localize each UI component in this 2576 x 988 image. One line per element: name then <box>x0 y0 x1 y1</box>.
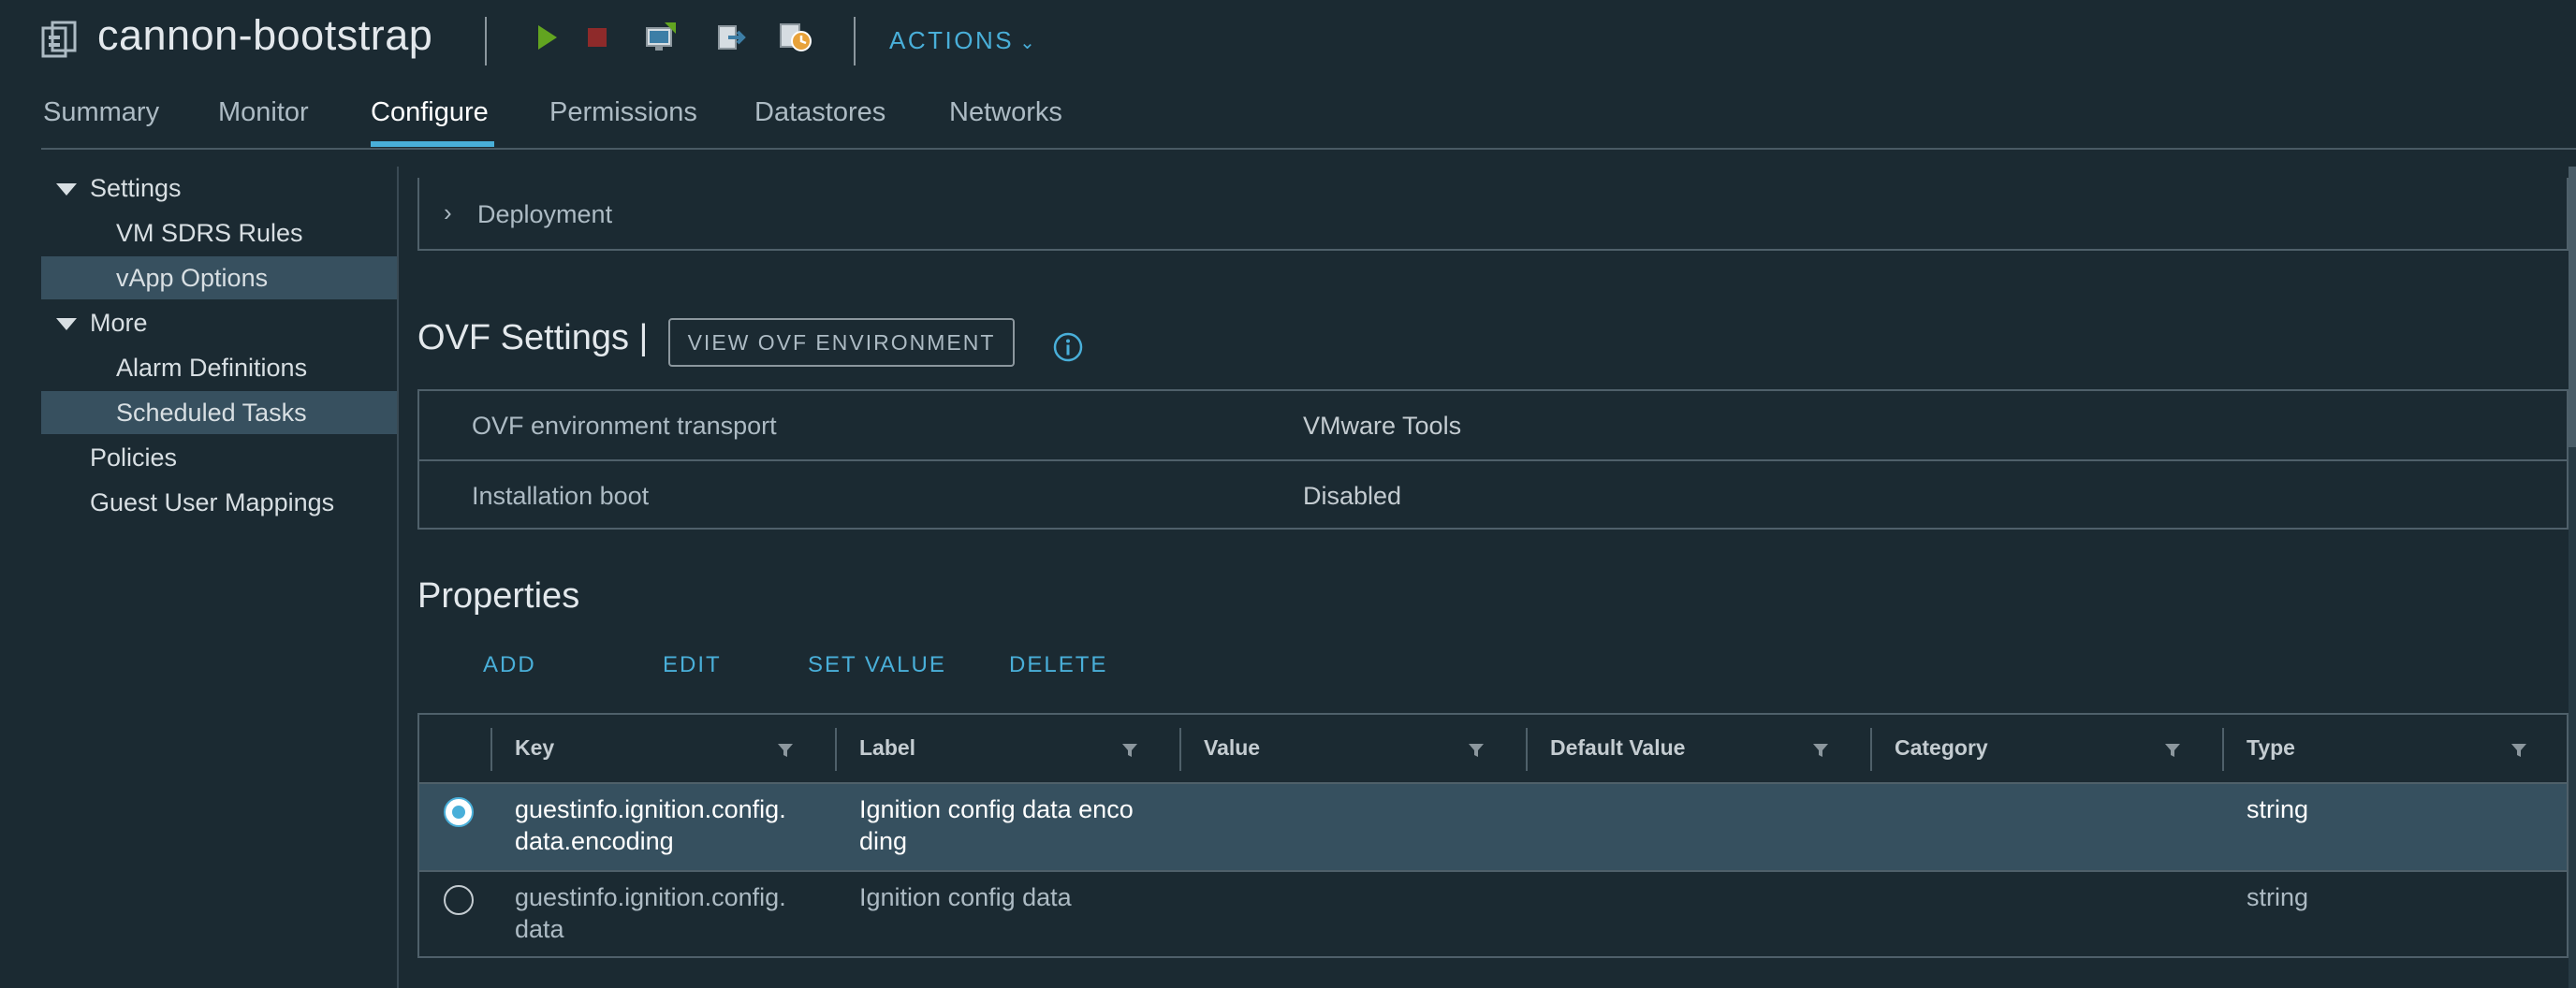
tab-divider <box>41 148 2576 150</box>
column-separator <box>1526 728 1528 771</box>
sidebar-item-label: vApp Options <box>116 264 269 292</box>
info-icon[interactable] <box>1052 331 1084 363</box>
table-row[interactable]: guestinfo.ignition.config. data Ignition… <box>419 870 2567 956</box>
column-separator <box>2222 728 2224 771</box>
sidebar-item-label: Guest User Mappings <box>90 488 335 516</box>
ovf-row: Installation boot Disabled <box>419 459 2567 528</box>
scrollbar-thumb[interactable] <box>2569 167 2576 447</box>
set-value-button[interactable]: SET VALUE <box>808 652 946 678</box>
toolbar-divider <box>854 17 856 65</box>
chevron-down-icon: ⌄ <box>1019 33 1038 53</box>
chevron-right-icon[interactable]: › <box>444 198 452 227</box>
sidebar-item-policies[interactable]: Policies <box>41 436 397 479</box>
tab-networks[interactable]: Networks <box>949 97 1062 128</box>
column-header-category[interactable]: Category <box>1895 735 1988 761</box>
caret-down-icon[interactable] <box>56 318 77 330</box>
cell-key-line: guestinfo.ignition.config. <box>515 883 786 911</box>
sidebar-divider <box>397 167 399 988</box>
actions-menu[interactable]: ACTIONS ⌄ <box>889 26 1037 55</box>
filter-icon[interactable] <box>1812 743 1829 758</box>
sidebar-item-alarm-definitions[interactable]: Alarm Definitions <box>41 346 397 389</box>
sidebar-item-guest-user-mappings[interactable]: Guest User Mappings <box>41 481 397 524</box>
cell-key: guestinfo.ignition.config. data <box>515 881 786 945</box>
sidebar-item-vapp-options[interactable]: vApp Options <box>41 256 397 299</box>
sidebar-item-settings[interactable]: Settings <box>41 167 397 210</box>
cell-label: Ignition config data enco ding <box>859 793 1134 857</box>
delete-button[interactable]: DELETE <box>1009 652 1107 678</box>
column-header-type[interactable]: Type <box>2247 735 2295 761</box>
sidebar-item-label: Policies <box>90 443 178 472</box>
properties-grid: Key Label Value Default Value Category T… <box>417 713 2569 958</box>
column-separator <box>1870 728 1872 771</box>
toolbar-divider <box>485 17 487 65</box>
sidebar-item-label: Alarm Definitions <box>116 354 308 382</box>
tab-configure[interactable]: Configure <box>371 97 489 128</box>
tab-datastores[interactable]: Datastores <box>754 97 886 128</box>
active-tab-indicator <box>371 141 494 147</box>
cell-label-line: Ignition config data enco <box>859 795 1134 823</box>
sidebar-item-label: VM SDRS Rules <box>116 219 303 247</box>
cell-label: Ignition config data <box>859 881 1072 913</box>
add-button[interactable]: ADD <box>483 652 536 678</box>
table-row[interactable]: guestinfo.ignition.config. data.encoding… <box>419 784 2567 870</box>
column-separator <box>490 728 492 771</box>
ovf-key: OVF environment transport <box>472 412 777 440</box>
page-header: cannon-bootstrap ACTIONS ⌄ Summary Monito… <box>0 0 2576 150</box>
cell-label-line: ding <box>859 827 908 855</box>
sidebar-item-label: More <box>90 309 148 337</box>
column-separator <box>1179 728 1181 771</box>
launch-console-icon[interactable] <box>644 21 678 54</box>
ovf-key: Installation boot <box>472 482 650 510</box>
cell-key-line: guestinfo.ignition.config. <box>515 795 786 823</box>
view-ovf-environment-button[interactable]: VIEW OVF ENVIRONMENT <box>668 318 1015 367</box>
cell-type: string <box>2247 883 2309 911</box>
grid-header: Key Label Value Default Value Category T… <box>419 715 2567 784</box>
row-radio-selected[interactable] <box>444 797 474 827</box>
snapshot-icon[interactable] <box>779 21 812 54</box>
filter-icon[interactable] <box>2510 743 2527 758</box>
tab-monitor[interactable]: Monitor <box>218 97 309 128</box>
migrate-icon[interactable] <box>715 21 749 54</box>
row-radio[interactable] <box>444 885 474 915</box>
ovf-settings-title: OVF Settings | <box>417 318 649 357</box>
caret-down-icon[interactable] <box>56 183 77 196</box>
filter-icon[interactable] <box>1121 743 1138 758</box>
cell-key: guestinfo.ignition.config. data.encoding <box>515 793 786 857</box>
cell-label-line: Ignition config data <box>859 883 1072 911</box>
tab-permissions[interactable]: Permissions <box>549 97 697 128</box>
vm-title: cannon-bootstrap <box>97 11 433 59</box>
cell-key-line: data <box>515 915 564 943</box>
sidebar-item-label: Settings <box>90 174 182 202</box>
edit-button[interactable]: EDIT <box>663 652 722 678</box>
column-header-default-value[interactable]: Default Value <box>1550 735 1685 761</box>
ovf-settings-table: OVF environment transport VMware Tools I… <box>417 389 2569 530</box>
cell-type: string <box>2247 795 2309 823</box>
column-header-value[interactable]: Value <box>1204 735 1260 761</box>
sidebar-item-more[interactable]: More <box>41 301 397 344</box>
ovf-row: OVF environment transport VMware Tools <box>419 391 2567 459</box>
cell-key-line: data.encoding <box>515 827 674 855</box>
ovf-value: Disabled <box>1303 482 1402 510</box>
deployment-section[interactable]: › Deployment <box>417 178 2569 251</box>
filter-icon[interactable] <box>1468 743 1485 758</box>
sidebar: Settings VM SDRS Rules vApp Options More… <box>41 167 397 988</box>
tab-summary[interactable]: Summary <box>43 97 159 128</box>
deployment-label: Deployment <box>477 200 613 228</box>
column-separator <box>835 728 837 771</box>
vm-icon <box>41 21 77 58</box>
column-header-key[interactable]: Key <box>515 735 554 761</box>
sidebar-item-scheduled-tasks[interactable]: Scheduled Tasks <box>41 391 397 434</box>
ovf-value: VMware Tools <box>1303 412 1462 440</box>
column-header-label[interactable]: Label <box>859 735 915 761</box>
sidebar-item-vm-sdrs-rules[interactable]: VM SDRS Rules <box>41 211 397 254</box>
actions-label: ACTIONS <box>889 26 1015 54</box>
filter-icon[interactable] <box>2164 743 2181 758</box>
power-on-icon[interactable] <box>530 21 564 54</box>
power-off-icon[interactable] <box>580 21 614 54</box>
sidebar-item-label: Scheduled Tasks <box>116 399 307 427</box>
properties-title: Properties <box>417 576 580 616</box>
filter-icon[interactable] <box>777 743 794 758</box>
